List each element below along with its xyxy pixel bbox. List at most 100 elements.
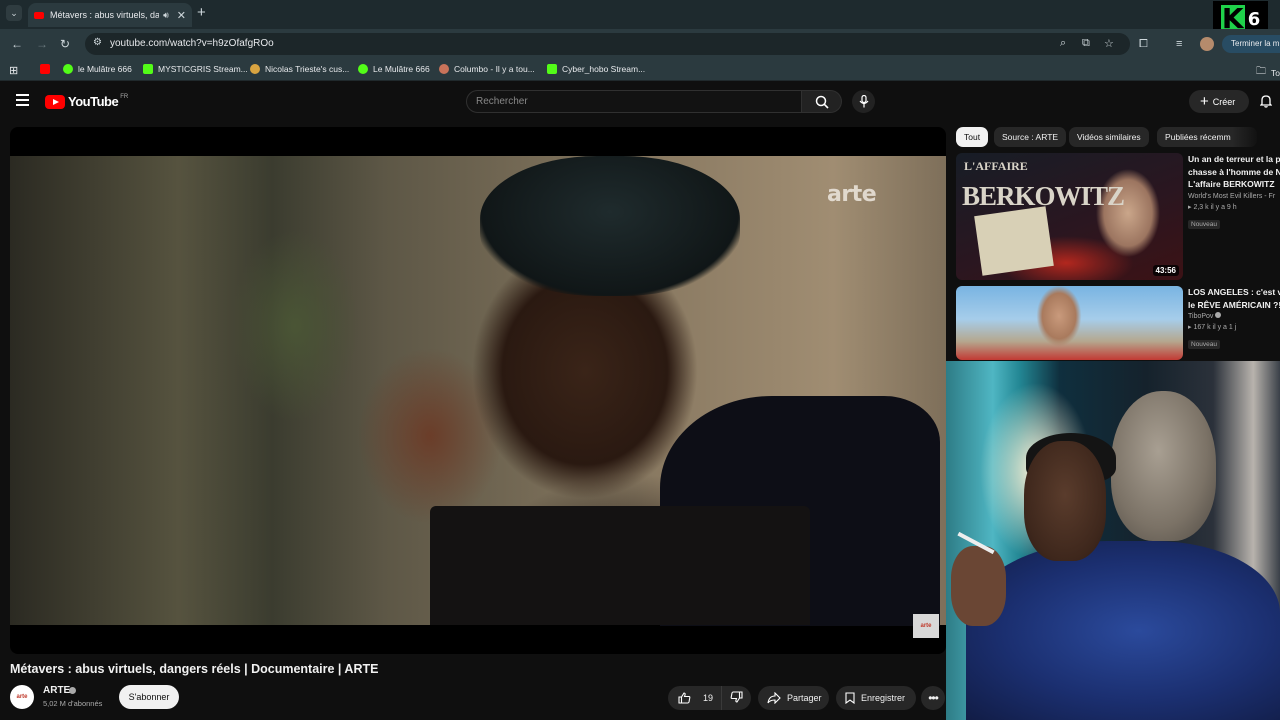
speaker-icon[interactable]: 🔊︎ bbox=[163, 10, 169, 21]
tab-title: Métavers : abus virtuels, da bbox=[50, 10, 160, 20]
address-bar[interactable]: ⚙︎ youtube.com/watch?v=h9zOfafgROo ⌕ ⧉ ☆ bbox=[85, 33, 1130, 55]
recommendation-title: le RÊVE AMÉRICAIN ?! bbox=[1188, 299, 1280, 310]
new-badge: Nouveau bbox=[1188, 219, 1221, 229]
recommendation-channel: World's Most Evil Killers - Fr bbox=[1188, 192, 1276, 200]
subscriber-count: 5,02 M d'abonnés bbox=[43, 699, 103, 708]
kick-bookmark-icon bbox=[143, 64, 153, 74]
arte-watermark: arte bbox=[827, 182, 877, 207]
like-button[interactable]: 19 bbox=[668, 686, 722, 710]
bookmark-item[interactable] bbox=[40, 64, 55, 74]
bookmarks-folder[interactable]: 🗀︎ To bbox=[1256, 64, 1280, 81]
browser-toolbar: ← → ↻ ⚙︎ youtube.com/watch?v=h9zOfafgROo… bbox=[0, 29, 1280, 59]
recommendation-thumbnail[interactable]: L'AFFAIRE BERKOWITZ 43:56 bbox=[956, 153, 1183, 280]
apps-grid-icon[interactable]: ⊞ bbox=[9, 64, 18, 77]
bookmark-item[interactable]: Columbo - Il y a tou... bbox=[439, 64, 535, 74]
profile-avatar[interactable] bbox=[1200, 37, 1214, 51]
like-count: 19 bbox=[703, 693, 714, 703]
chip-all[interactable]: Tout bbox=[956, 127, 989, 147]
new-badge: Nouveau bbox=[1188, 340, 1221, 349]
like-dislike-group: 19 bbox=[668, 686, 751, 710]
share-arrow-icon bbox=[767, 692, 781, 704]
share-button[interactable]: Partager bbox=[758, 686, 829, 710]
creator-bookmark-icon bbox=[250, 64, 260, 74]
chip-source-arte[interactable]: Source : ARTE bbox=[994, 127, 1067, 147]
close-tab-icon[interactable]: ✕ bbox=[177, 9, 186, 22]
subscribe-button[interactable]: S'abonner bbox=[119, 685, 179, 709]
extensions-icon[interactable]: ⧠ bbox=[1139, 38, 1148, 51]
search-box[interactable] bbox=[466, 90, 802, 113]
back-arrow-icon[interactable]: ← bbox=[11, 37, 23, 51]
video-frame[interactable]: arte bbox=[10, 156, 946, 626]
plus-icon: + bbox=[1200, 92, 1209, 110]
save-button[interactable]: Enregistrer bbox=[836, 686, 916, 710]
recommendation-channel: TiboPov bbox=[1188, 311, 1280, 322]
play-bookmark-icon bbox=[63, 64, 73, 74]
kick-bookmark-icon bbox=[547, 64, 557, 74]
youtube-wordmark: YouTube bbox=[68, 94, 119, 109]
url-text[interactable]: youtube.com/watch?v=h9zOfafgROo bbox=[110, 38, 274, 49]
youtube-play-icon bbox=[45, 94, 65, 109]
columbo-bookmark-icon bbox=[439, 64, 449, 74]
video-duration: 43:56 bbox=[1152, 265, 1179, 276]
country-code: FR bbox=[120, 93, 129, 100]
save-bookmark-icon bbox=[845, 692, 855, 704]
recommendation-meta[interactable]: Un an de terreur et la pl chasse à l'hom… bbox=[1188, 153, 1280, 231]
bookmark-item[interactable]: le Mulâtre 666 bbox=[63, 64, 132, 74]
bookmark-star-icon[interactable]: ☆ bbox=[1104, 37, 1114, 50]
chip-similar-videos[interactable]: Vidéos similaires bbox=[1069, 127, 1149, 147]
recommendation-title: chasse à l'homme de N bbox=[1188, 166, 1280, 177]
bookmark-item[interactable]: Le Mulâtre 666 bbox=[358, 64, 430, 74]
channel-name[interactable]: ARTE bbox=[43, 685, 70, 696]
media-controls-icon[interactable]: ≡ bbox=[1176, 38, 1182, 50]
tab-search-chevron-icon[interactable]: ⌄ bbox=[6, 5, 22, 21]
thumbs-down-icon bbox=[730, 691, 743, 703]
search-input[interactable] bbox=[467, 91, 801, 107]
dislike-button[interactable] bbox=[722, 691, 749, 705]
notifications-bell-icon[interactable] bbox=[1260, 94, 1272, 108]
forward-arrow-icon[interactable]: → bbox=[36, 37, 48, 51]
end-session-button[interactable]: Terminer la m bbox=[1222, 35, 1280, 53]
video-player[interactable]: arte arte bbox=[10, 127, 946, 654]
webcam-overlay bbox=[946, 361, 1280, 720]
microphone-icon bbox=[859, 95, 868, 108]
more-actions-button[interactable]: ••• bbox=[921, 686, 945, 710]
bookmark-item[interactable]: Nicolas Trieste's cus... bbox=[250, 64, 349, 74]
folder-icon: 🗀︎ bbox=[1256, 66, 1266, 77]
recommendation-title: Un an de terreur et la pl bbox=[1188, 154, 1280, 164]
new-tab-button[interactable]: + bbox=[197, 5, 206, 21]
more-dots-icon: ••• bbox=[928, 691, 939, 705]
thumbnail-subtitle: L'AFFAIRE bbox=[964, 159, 1028, 173]
arte-corner-logo: arte bbox=[913, 614, 939, 638]
chips-fade bbox=[1232, 127, 1280, 147]
zoom-icon[interactable]: ⌕ bbox=[1060, 37, 1066, 50]
recommendation-title: LOS ANGELES : c'est vra bbox=[1188, 287, 1280, 297]
youtube-header: YouTube FR + Créer bbox=[0, 82, 1280, 122]
bookmark-item[interactable]: Cyber_hobo Stream... bbox=[547, 64, 645, 74]
voice-search-button[interactable] bbox=[852, 90, 875, 113]
search-button[interactable] bbox=[802, 90, 842, 113]
recommendation-stats: ▸ 167 k il y a 1 j bbox=[1188, 324, 1237, 331]
thumbs-up-icon bbox=[678, 692, 691, 704]
channel-avatar[interactable]: arte bbox=[10, 685, 34, 709]
browser-tab-bar: ⌄ Métavers : abus virtuels, da 🔊︎ ✕ + bbox=[0, 0, 1280, 29]
install-app-icon[interactable]: ⧉ bbox=[1082, 37, 1090, 50]
create-button[interactable]: + Créer bbox=[1189, 90, 1249, 113]
hamburger-menu-icon[interactable] bbox=[16, 94, 29, 106]
reload-icon[interactable]: ↻ bbox=[60, 37, 70, 51]
site-info-icon[interactable]: ⚙︎ bbox=[93, 37, 102, 48]
bookmark-item[interactable]: MYSTICGRIS Stream... bbox=[143, 64, 248, 74]
search-icon bbox=[815, 95, 829, 109]
verified-badge-icon bbox=[1215, 312, 1222, 318]
video-title: Métavers : abus virtuels, dangers réels … bbox=[10, 662, 379, 676]
browser-tab-active[interactable]: Métavers : abus virtuels, da 🔊︎ ✕ bbox=[28, 3, 192, 27]
recommendation-stats: ▸ 2,3 k il y a 9 h bbox=[1188, 203, 1237, 211]
recommendation-thumbnail[interactable] bbox=[956, 286, 1183, 360]
play-bookmark-icon bbox=[358, 64, 368, 74]
skull-painting bbox=[1111, 391, 1216, 541]
youtube-logo[interactable]: YouTube FR bbox=[45, 94, 128, 109]
youtube-favicon-icon bbox=[34, 11, 44, 19]
youtube-bookmark-icon bbox=[40, 64, 50, 74]
kick-logo-number: 6 bbox=[1247, 8, 1261, 30]
verified-badge-icon bbox=[69, 687, 76, 694]
recommendation-meta[interactable]: LOS ANGELES : c'est vra le RÊVE AMÉRICAI… bbox=[1188, 286, 1280, 351]
